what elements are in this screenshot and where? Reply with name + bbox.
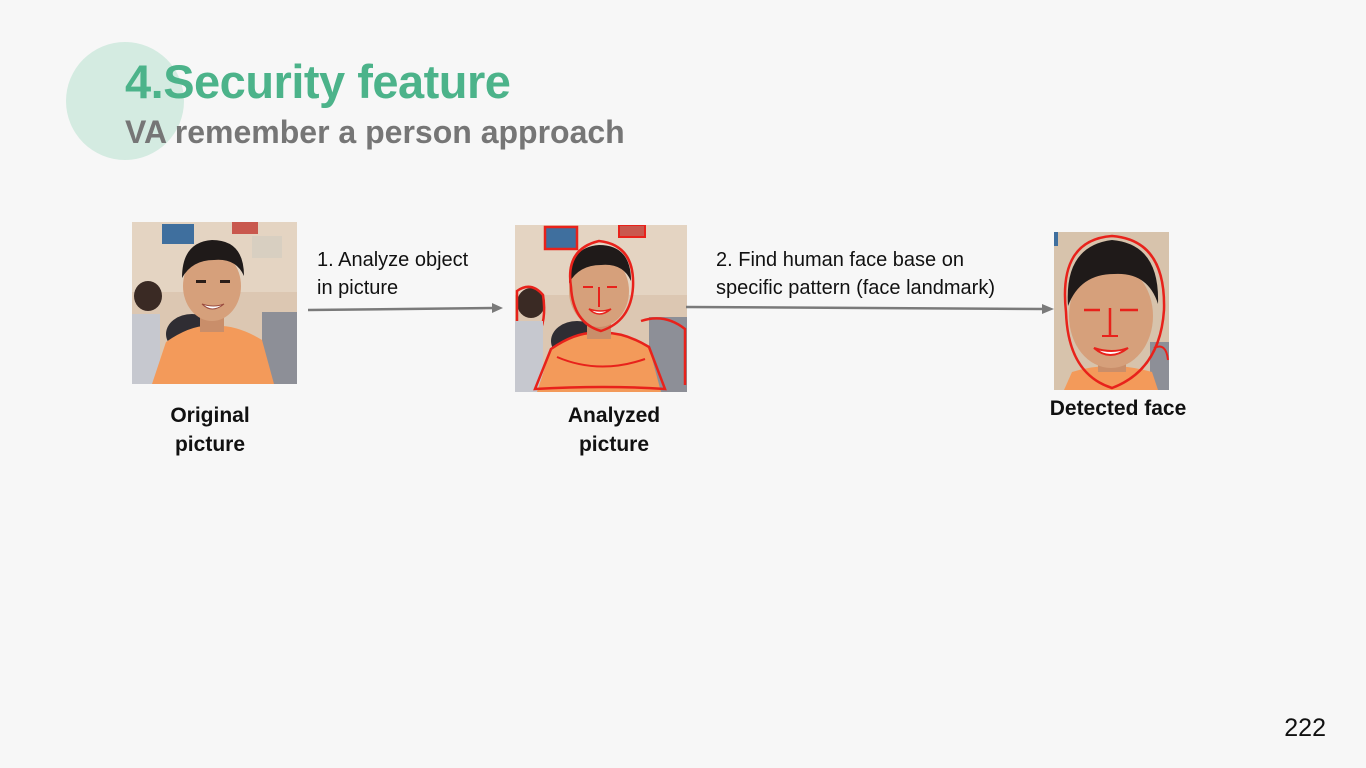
slide: 4.Security feature VA remember a person … (0, 0, 1366, 768)
caption-original-line-1: Original (170, 404, 250, 427)
caption-detected-line-1: Detected face (1049, 397, 1187, 420)
slide-subtitle: VA remember a person approach (125, 114, 625, 150)
step-1-label: 1. Analyze object in picture (317, 246, 468, 302)
analyzed-picture (515, 225, 687, 392)
step-1-line-2: in picture (317, 277, 399, 299)
caption-analyzed-line-2: picture (578, 433, 649, 456)
page-number: 222 (1284, 714, 1326, 742)
slide-title: 4.Security feature (125, 55, 511, 108)
step-1-line-1: 1. Analyze object (317, 249, 469, 271)
caption-original-line-2: picture (174, 433, 245, 456)
arrow-1 (308, 303, 503, 313)
caption-analyzed-line-1: Analyzed (567, 404, 661, 427)
caption-analyzed-picture: Analyzed picture (544, 401, 684, 459)
detected-face-picture (1054, 232, 1169, 390)
step-2-line-1: 2. Find human face base on (716, 249, 964, 271)
caption-detected-face: Detected face (1028, 394, 1208, 423)
caption-original-picture: Original picture (140, 401, 280, 459)
step-2-label: 2. Find human face base on specific patt… (716, 246, 995, 302)
original-picture (132, 222, 297, 384)
step-2-line-2: specific pattern (face landmark) (716, 277, 996, 299)
arrow-2 (686, 304, 1054, 314)
